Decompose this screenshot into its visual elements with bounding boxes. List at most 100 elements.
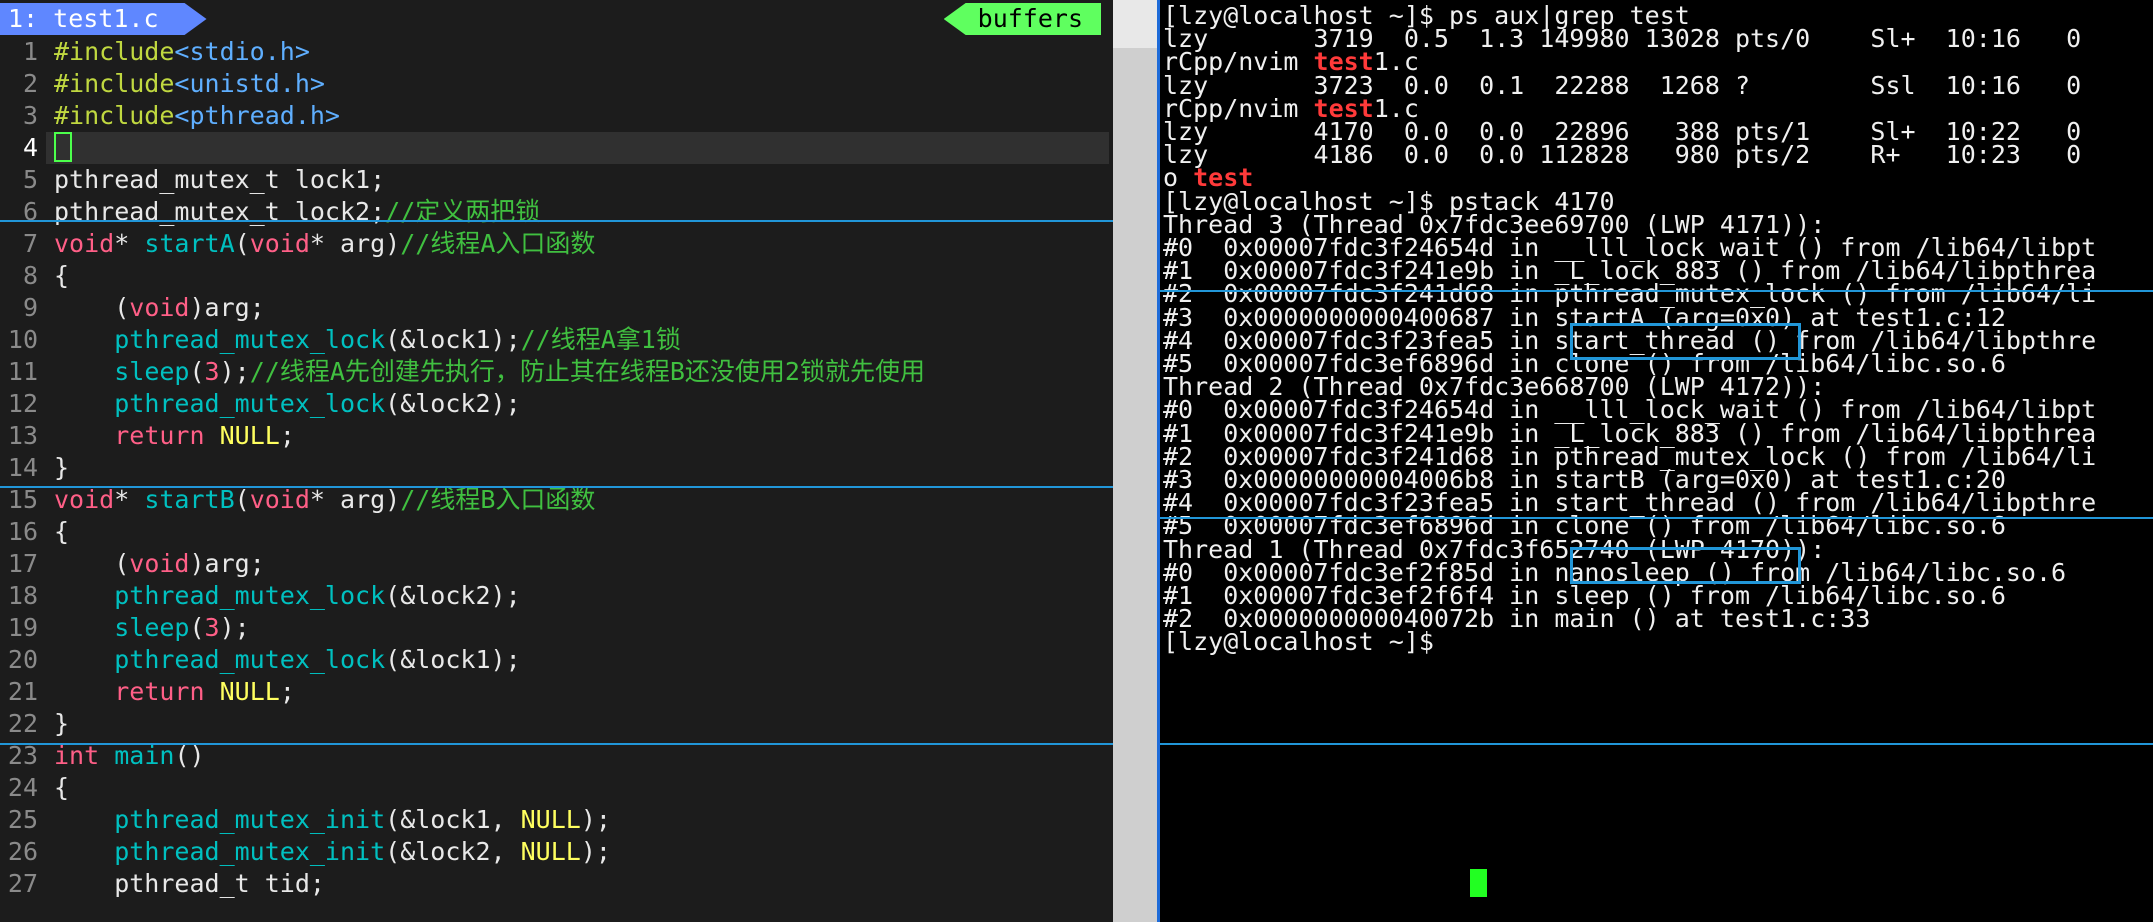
code-line[interactable]: 16 { <box>0 516 1113 548</box>
code-line[interactable]: 27 pthread_t tid; <box>0 868 1113 900</box>
code-token: ); <box>219 357 250 386</box>
line-text: } <box>54 452 69 484</box>
code-token: 3 <box>204 613 220 642</box>
code-token: pthread_mutex_init <box>114 805 386 834</box>
code-line[interactable]: 21 return NULL; <box>0 676 1113 708</box>
code-line[interactable]: 1 #include<stdio.h> <box>0 36 1113 68</box>
annotation-line <box>1160 290 2153 292</box>
code-token: pthread_mutex_t lock1; <box>54 165 386 194</box>
code-token: (&lock1, <box>385 805 521 834</box>
line-text: return NULL; <box>54 420 295 452</box>
code-token: )arg; <box>189 293 265 322</box>
code-line[interactable]: 4 <box>0 132 1113 164</box>
code-line[interactable]: 26 pthread_mutex_init(&lock2, NULL); <box>0 836 1113 868</box>
line-text: void* startB(void* arg)//线程B入口函数 <box>54 484 595 516</box>
line-number: 2 <box>22 69 38 98</box>
code-token: ( <box>234 485 250 514</box>
line-number: 8 <box>22 261 38 290</box>
code-token: { <box>54 261 70 290</box>
code-line[interactable]: 24 { <box>0 772 1113 804</box>
line-text: pthread_t tid; <box>54 868 325 900</box>
terminal-text: lzy 4186 0.0 0.0 112828 980 pts/2 R+ 10:… <box>1163 140 2082 170</box>
code-line[interactable]: 19 sleep(3); <box>0 612 1113 644</box>
code-line[interactable]: 12 pthread_mutex_lock(&lock2); <box>0 388 1113 420</box>
terminal-pane[interactable]: [lzy@localhost ~]$ ps aux|grep test lzy 3… <box>1160 0 2153 922</box>
code-token: pthread_mutex_lock <box>114 389 386 418</box>
code-line[interactable]: 11 sleep(3);//线程A先创建先执行，防止其在线程B还没使用2锁就先使… <box>0 356 1113 388</box>
code-token: NULL <box>520 837 581 866</box>
line-text: #include<pthread.h> <box>54 100 340 132</box>
code-token: (&lock1); <box>385 325 521 354</box>
line-text: sleep(3);//线程A先创建先执行，防止其在线程B还没使用2锁就先使用 <box>54 356 925 388</box>
code-token: ); <box>580 837 611 866</box>
code-token: sleep <box>114 613 190 642</box>
code-line[interactable]: 20 pthread_mutex_lock(&lock1); <box>0 644 1113 676</box>
terminal-cursor <box>1470 869 1487 897</box>
code-token: ; <box>279 421 295 450</box>
code-line[interactable]: 3 #include<pthread.h> <box>0 100 1113 132</box>
line-number: 15 <box>7 485 38 514</box>
code-line[interactable]: 5 pthread_mutex_t lock1; <box>0 164 1113 196</box>
line-number: 16 <box>7 517 38 546</box>
line-number: 26 <box>7 837 38 866</box>
editor-pane[interactable]: 1: test1.c buffers 1 #include<stdio.h> 2 #i… <box>0 0 1113 922</box>
tab-test1-c[interactable]: 1: test1.c <box>0 3 207 35</box>
code-line[interactable]: 13 return NULL; <box>0 420 1113 452</box>
pane-divider[interactable] <box>1113 0 1157 922</box>
buffers-indicator: buffers <box>943 3 1101 35</box>
code-token: * <box>114 485 145 514</box>
code-token: void <box>54 229 115 258</box>
code-line[interactable]: 2 #include<unistd.h> <box>0 68 1113 100</box>
code-line[interactable]: 10 pthread_mutex_lock(&lock1);//线程A拿1锁 <box>0 324 1113 356</box>
code-line[interactable]: 8{ <box>0 260 1113 292</box>
code-token: void <box>249 229 310 258</box>
annotation-line <box>1160 743 2153 745</box>
code-token: void <box>249 485 310 514</box>
line-text: pthread_mutex_lock(&lock2); <box>54 388 521 420</box>
line-number: 5 <box>22 165 38 194</box>
code-token: pthread_mutex_lock <box>114 325 386 354</box>
code-line[interactable]: 14} <box>0 452 1113 484</box>
line-number: 22 <box>7 709 38 738</box>
code-line[interactable]: 6 pthread_mutex_t lock2;//定义两把锁 <box>0 196 1113 228</box>
code-line[interactable]: 15 void* startB(void* arg)//线程B入口函数 <box>0 484 1113 516</box>
code-token: sleep <box>114 357 190 386</box>
annotation-line <box>1160 517 2153 519</box>
code-token: () <box>174 741 205 770</box>
code-line[interactable]: 7 void* startA(void* arg)//线程A入口函数 <box>0 228 1113 260</box>
line-number: 3 <box>22 101 38 130</box>
code-token: pthread_t tid; <box>54 869 325 898</box>
code-token: * <box>114 229 145 258</box>
code-token: 3 <box>204 357 220 386</box>
code-token: return <box>114 421 205 450</box>
scroll-knob[interactable] <box>1113 0 1157 48</box>
code-token: void <box>129 549 190 578</box>
code-line[interactable]: 18 pthread_mutex_lock(&lock2); <box>0 580 1113 612</box>
code-token: (&lock1); <box>385 645 521 674</box>
line-text: #include<unistd.h> <box>54 68 325 100</box>
code-token: { <box>54 773 70 802</box>
code-token: ( <box>189 613 205 642</box>
code-line[interactable]: 25 pthread_mutex_init(&lock1, NULL); <box>0 804 1113 836</box>
code-line[interactable]: 22} <box>0 708 1113 740</box>
code-token: ( <box>189 357 205 386</box>
line-number: 25 <box>7 805 38 834</box>
cursorline-highlight <box>46 132 1109 164</box>
code-token: //线程A入口函数 <box>400 229 596 258</box>
line-text: #include<stdio.h> <box>54 36 310 68</box>
code-line[interactable]: 9 (void)arg; <box>0 292 1113 324</box>
terminal-line: [lzy@localhost ~]$ <box>1163 629 1449 654</box>
code-token: main <box>114 741 175 770</box>
line-text: pthread_mutex_lock(&lock2); <box>54 580 520 612</box>
code-token: (&lock2); <box>385 389 521 418</box>
code-token: pthread_mutex_init <box>114 837 386 866</box>
code-token: ( <box>54 293 130 322</box>
line-text: void* startA(void* arg)//线程A入口函数 <box>54 228 595 260</box>
code-line[interactable]: 17 (void)arg; <box>0 548 1113 580</box>
code-token: <unistd.h> <box>174 69 325 98</box>
